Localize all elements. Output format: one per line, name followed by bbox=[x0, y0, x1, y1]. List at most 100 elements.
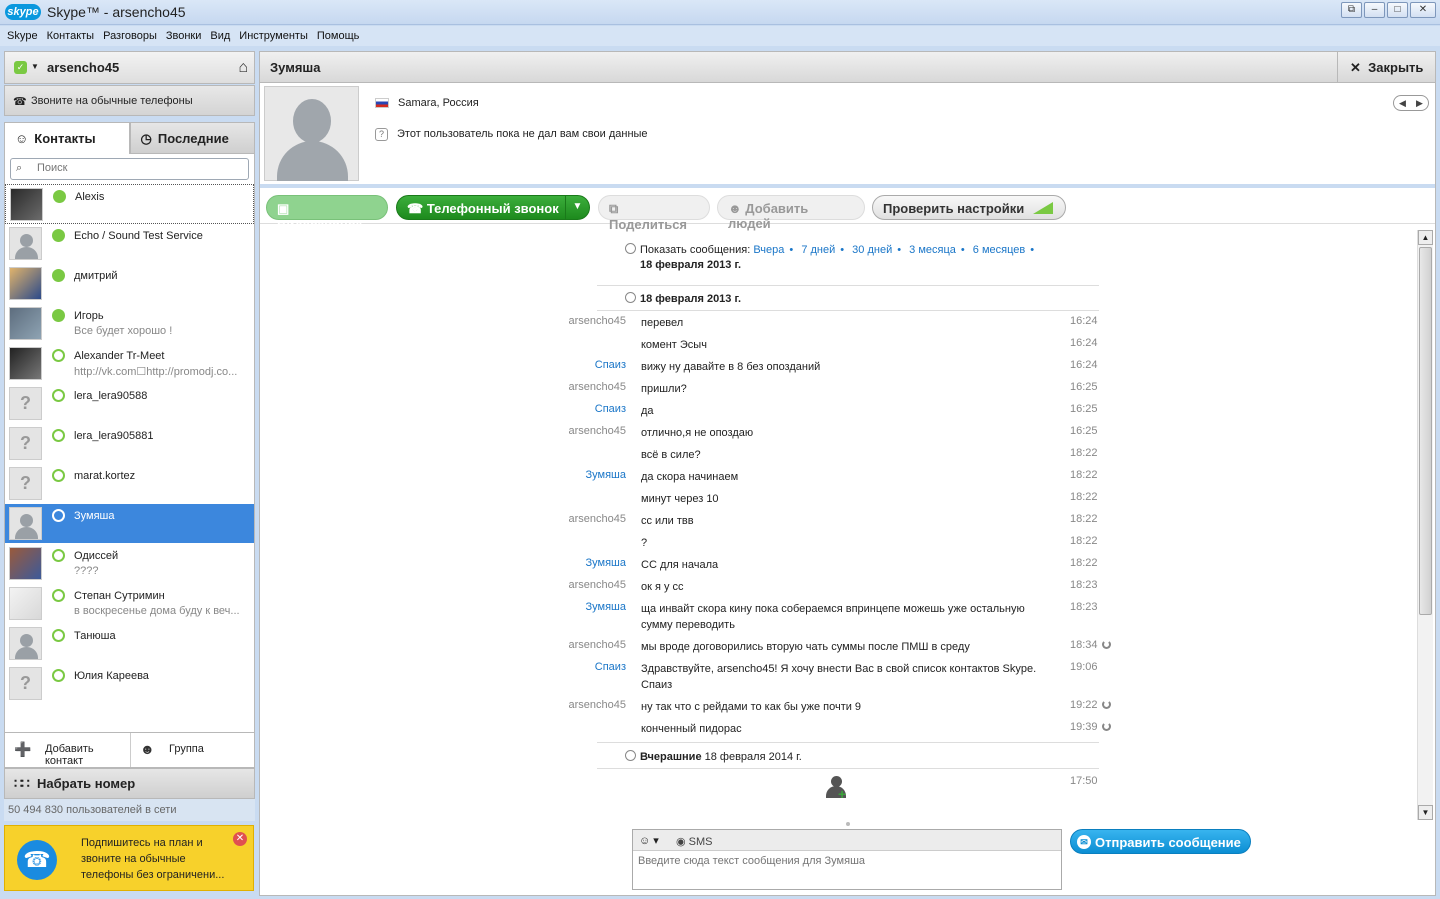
phone-call-label: Телефонный звонок bbox=[426, 201, 559, 216]
group-label: Группа bbox=[169, 743, 204, 755]
contact-item[interactable]: ? marat.kortez bbox=[5, 464, 254, 504]
contact-name: дмитрий bbox=[74, 270, 118, 282]
message-author[interactable]: arsencho45 bbox=[569, 513, 627, 525]
group-button[interactable]: ☻ Группа bbox=[131, 733, 254, 767]
show-messages-label: Показать сообщения: bbox=[640, 244, 751, 256]
maximize-button[interactable]: □ bbox=[1387, 2, 1408, 18]
message-input[interactable] bbox=[638, 855, 1053, 885]
chevron-down-icon[interactable]: ▼ bbox=[565, 196, 589, 219]
restore-icon[interactable]: ⧉ bbox=[1341, 2, 1362, 18]
resize-handle[interactable] bbox=[846, 822, 850, 826]
message-author[interactable]: Зумяша bbox=[586, 557, 626, 569]
history-scrollbar[interactable]: ▲ ▼ bbox=[1417, 230, 1433, 820]
search-input[interactable] bbox=[37, 162, 237, 174]
emoticon-icon[interactable]: ☺ ▾ bbox=[639, 834, 659, 847]
menu-view[interactable]: Вид bbox=[210, 30, 230, 42]
profile-nav-arrows[interactable]: ◀ ▶ bbox=[1393, 95, 1429, 111]
contact-item[interactable]: Alexis bbox=[5, 184, 254, 224]
message-author[interactable]: Спаиз bbox=[595, 359, 626, 371]
contact-mood: ???? bbox=[74, 565, 99, 577]
online-status-icon bbox=[53, 190, 66, 203]
message-row: 17:50 bbox=[260, 770, 1418, 792]
contact-item[interactable]: Игорь Все будет хорошо ! bbox=[5, 304, 254, 344]
video-call-button[interactable]: ▣ Видеозвонок bbox=[266, 195, 388, 232]
menu-calls[interactable]: Звонки bbox=[166, 30, 202, 42]
message-author[interactable]: arsencho45 bbox=[569, 381, 627, 393]
compose-box: ☺ ▾ ◉ SMS bbox=[632, 829, 1062, 890]
message-author[interactable]: Зумяша bbox=[586, 469, 626, 481]
offline-status-icon bbox=[52, 389, 65, 402]
online-check-icon[interactable]: ✓ bbox=[14, 61, 27, 74]
dial-number-button[interactable]: ∷∷ Набрать номер bbox=[4, 768, 255, 799]
contact-item[interactable]: Echo / Sound Test Service bbox=[5, 224, 254, 264]
promo-banner[interactable]: ☎ Подпишитесь на план и звоните на обычн… bbox=[4, 825, 254, 891]
message-author[interactable]: arsencho45 bbox=[569, 699, 627, 711]
tab-contacts[interactable]: ☺ Контакты bbox=[4, 122, 130, 154]
avatar bbox=[9, 347, 42, 380]
menu-tools[interactable]: Инструменты bbox=[239, 30, 308, 42]
home-icon[interactable]: ⌂ bbox=[238, 59, 248, 77]
offline-status-icon bbox=[52, 589, 65, 602]
message-row: arsencho45 мы вроде договорились вторую ч… bbox=[260, 634, 1418, 656]
contact-item[interactable]: ? lera_lera90588 bbox=[5, 384, 254, 424]
contact-item[interactable]: Alexander Tr-Meet http://vk.com☐http://p… bbox=[5, 344, 254, 384]
user-name[interactable]: arsencho45 bbox=[47, 60, 119, 75]
message-history: Показать сообщения: Вчера • 7 дней • 30 дн… bbox=[260, 230, 1418, 822]
message-row: Зумяша ща инвайт скора кину пока собераем… bbox=[260, 596, 1418, 634]
send-message-button[interactable]: ✉ Отправить сообщение bbox=[1070, 829, 1251, 854]
message-author[interactable]: arsencho45 bbox=[569, 315, 627, 327]
filter-3-months[interactable]: 3 месяца bbox=[909, 244, 956, 256]
message-time: 18:22 bbox=[1070, 513, 1098, 525]
history-filter: Показать сообщения: Вчера • 7 дней • 30 дн… bbox=[625, 243, 1039, 256]
contact-item[interactable]: ? lera_lera905881 bbox=[5, 424, 254, 464]
right-arrow-icon[interactable]: ▶ bbox=[1416, 98, 1423, 109]
left-arrow-icon[interactable]: ◀ bbox=[1399, 98, 1406, 109]
info-text: Этот пользователь пока не дал вам свои д… bbox=[397, 128, 648, 140]
call-phones-button[interactable]: ☎ Звоните на обычные телефоны bbox=[4, 85, 255, 116]
message-time: 18:34 bbox=[1070, 639, 1098, 651]
globe-icon: ☎ bbox=[17, 840, 57, 880]
contact-item[interactable]: Танюша bbox=[5, 624, 254, 664]
message-row: ? 18:22 bbox=[260, 530, 1418, 552]
menu-help[interactable]: Помощь bbox=[317, 30, 360, 42]
menu-skype[interactable]: Skype bbox=[7, 30, 38, 42]
contact-item[interactable]: ? Юлия Кареева bbox=[5, 664, 254, 704]
filter-6-months[interactable]: 6 месяцев bbox=[973, 244, 1025, 256]
sms-toggle[interactable]: ◉ SMS bbox=[676, 835, 713, 848]
status-dropdown-icon[interactable]: ▼ bbox=[31, 62, 39, 71]
message-author[interactable]: arsencho45 bbox=[569, 579, 627, 591]
contact-item[interactable]: дмитрий bbox=[5, 264, 254, 304]
scroll-down-icon[interactable]: ▼ bbox=[1418, 805, 1433, 820]
filter-yesterday[interactable]: Вчера bbox=[753, 244, 784, 256]
message-author[interactable]: Зумяша bbox=[586, 601, 626, 613]
message-author[interactable]: arsencho45 bbox=[569, 425, 627, 437]
close-label: Закрыть bbox=[1368, 60, 1424, 75]
check-settings-button[interactable]: Проверить настройки bbox=[872, 195, 1066, 220]
contact-item[interactable]: Одиссей ???? bbox=[5, 544, 254, 584]
share-button[interactable]: ⧉ Поделиться bbox=[598, 195, 710, 232]
add-contact-button[interactable]: ➕ Добавить контакт bbox=[5, 733, 131, 767]
menu-conversations[interactable]: Разговоры bbox=[103, 30, 157, 42]
close-conversation-button[interactable]: ✕ Закрыть bbox=[1337, 52, 1435, 82]
message-author[interactable]: Спаиз bbox=[595, 403, 626, 415]
sms-icon: ◉ bbox=[676, 836, 689, 848]
phone-call-button[interactable]: ☎ Телефонный звонок ▼ bbox=[396, 195, 590, 220]
message-author[interactable]: Спаиз bbox=[595, 661, 626, 673]
contact-item-selected[interactable]: Зумяша bbox=[5, 504, 254, 544]
scroll-up-icon[interactable]: ▲ bbox=[1418, 230, 1433, 245]
add-people-button[interactable]: ☻ Добавить людей bbox=[717, 195, 865, 231]
offline-status-icon bbox=[52, 469, 65, 482]
close-button[interactable]: ✕ bbox=[1410, 2, 1436, 18]
contact-name: Alexis bbox=[75, 191, 105, 203]
close-icon[interactable]: ✕ bbox=[233, 832, 247, 846]
minimize-button[interactable]: – bbox=[1364, 2, 1385, 18]
scroll-thumb[interactable] bbox=[1419, 247, 1432, 615]
contact-item[interactable]: Степан Сутримин в воскресенье дома буду … bbox=[5, 584, 254, 624]
contact-name: Одиссей bbox=[74, 550, 119, 562]
filter-7-days[interactable]: 7 дней bbox=[801, 244, 835, 256]
tab-recent[interactable]: ◷ Последние bbox=[129, 122, 255, 154]
menu-contacts[interactable]: Контакты bbox=[47, 30, 95, 42]
filter-30-days[interactable]: 30 дней bbox=[852, 244, 892, 256]
contact-name: Echo / Sound Test Service bbox=[74, 230, 203, 242]
message-author[interactable]: arsencho45 bbox=[569, 639, 627, 651]
